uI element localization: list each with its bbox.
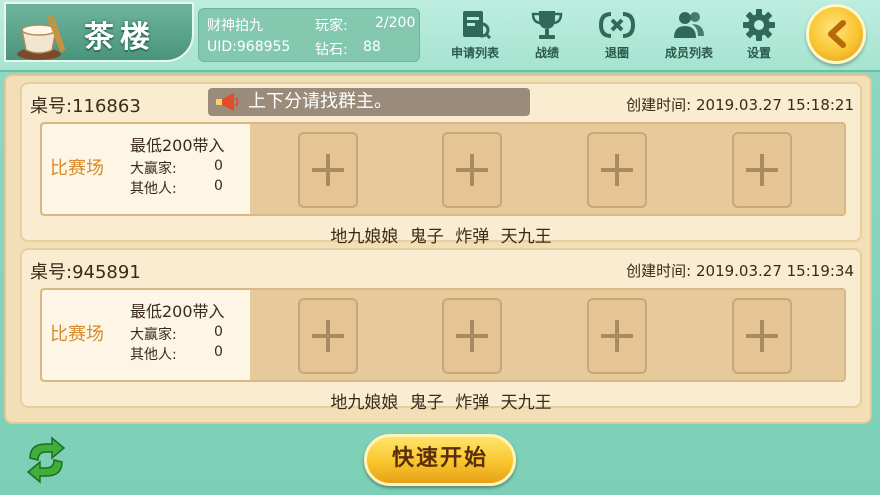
created-time: 创建时间: 2019.03.27 15:18:21 xyxy=(626,96,854,114)
others-row: 其他人: 0 xyxy=(130,344,223,364)
min-buyin: 最低200带入 xyxy=(130,136,225,155)
mode-label: 比赛场 xyxy=(50,158,104,179)
others-value: 0 xyxy=(214,344,223,360)
created-time: 创建时间: 2019.03.27 15:19:34 xyxy=(626,262,854,280)
empty-seat-button[interactable] xyxy=(442,298,502,374)
empty-seat-button[interactable] xyxy=(732,132,792,208)
refresh-icon xyxy=(26,436,66,484)
winner-row: 大赢家: 0 xyxy=(130,158,223,178)
empty-seat-button[interactable] xyxy=(442,132,502,208)
nav-label: 成员列表 xyxy=(664,46,713,60)
plus-icon xyxy=(456,154,488,186)
nav-members-button[interactable]: 成员列表 xyxy=(654,4,724,66)
group-info-panel: 财神拍九 玩家: 2/200 UID:968955 钻石: 88 xyxy=(198,8,420,62)
exit-circle-icon xyxy=(598,12,636,38)
header-bar: 茶楼 财神拍九 玩家: 2/200 UID:968955 钻石: 88 申请列表… xyxy=(0,0,880,72)
plus-icon xyxy=(312,320,344,352)
page-title: 茶楼 xyxy=(84,20,156,55)
winner-value: 0 xyxy=(214,324,223,340)
seat-area: 比赛场 最低200带入 大赢家: 0 其他人: 0 xyxy=(40,288,846,382)
others-label: 其他人: xyxy=(130,181,177,197)
quick-start-button[interactable]: 快速开始 xyxy=(364,434,516,486)
winner-label: 大赢家: xyxy=(130,161,177,177)
card-types: 地九娘娘 鬼子 炸弹 天九王 xyxy=(330,393,552,413)
table-card[interactable]: 桌号:116863 上下分请找群主。 创建时间: 2019.03.27 15:1… xyxy=(20,82,862,247)
mode-label: 比赛场 xyxy=(50,324,104,345)
nav-record-button[interactable]: 战绩 xyxy=(512,4,582,66)
others-value: 0 xyxy=(214,178,223,194)
winner-row: 大赢家: 0 xyxy=(130,324,223,344)
mode-info: 比赛场 最低200带入 大赢家: 0 其他人: 0 xyxy=(42,124,250,214)
notice-text: 上下分请找群主。 xyxy=(248,91,392,112)
table-list-panel: 桌号:116863 上下分请找群主。 创建时间: 2019.03.27 15:1… xyxy=(4,74,872,424)
empty-seat-button[interactable] xyxy=(587,298,647,374)
plus-icon xyxy=(456,320,488,352)
application-list-icon xyxy=(463,11,492,40)
plus-icon xyxy=(601,320,633,352)
empty-seat-button[interactable] xyxy=(732,298,792,374)
diamond-count: 88 xyxy=(363,39,381,55)
nav-application-list-button[interactable]: 申请列表 xyxy=(440,4,510,66)
notice-bar: 上下分请找群主。 xyxy=(208,88,530,116)
gear-icon xyxy=(743,9,775,41)
members-icon xyxy=(674,12,704,38)
mode-info: 比赛场 最低200带入 大赢家: 0 其他人: 0 xyxy=(42,290,250,380)
plus-icon xyxy=(312,154,344,186)
plus-icon xyxy=(601,154,633,186)
diamond-label: 钻石: xyxy=(315,42,348,58)
card-types: 地九娘娘 鬼子 炸弹 天九王 xyxy=(330,227,552,247)
group-name: 财神拍九 xyxy=(207,18,263,34)
empty-seat-button[interactable] xyxy=(298,132,358,208)
empty-seat-button[interactable] xyxy=(298,298,358,374)
nav-settings-button[interactable]: 设置 xyxy=(724,4,794,66)
trophy-icon xyxy=(531,11,563,39)
plus-icon xyxy=(746,154,778,186)
plus-icon xyxy=(746,320,778,352)
teapot-icon xyxy=(17,15,66,60)
table-number: 桌号:945891 xyxy=(30,262,141,283)
megaphone-icon xyxy=(216,93,239,111)
nav-label: 退圈 xyxy=(604,46,629,60)
winner-label: 大赢家: xyxy=(130,327,177,343)
table-number: 桌号:116863 xyxy=(30,96,141,117)
min-buyin: 最低200带入 xyxy=(130,302,225,321)
players-count: 2/200 xyxy=(375,15,416,31)
others-label: 其他人: xyxy=(130,347,177,363)
nav-label: 申请列表 xyxy=(450,46,499,60)
back-button[interactable] xyxy=(806,4,866,64)
empty-seat-button[interactable] xyxy=(587,132,647,208)
nav-label: 战绩 xyxy=(534,46,559,60)
nav-label: 设置 xyxy=(746,46,771,60)
players-label: 玩家: xyxy=(315,18,348,34)
others-row: 其他人: 0 xyxy=(130,178,223,198)
refresh-button[interactable] xyxy=(20,434,72,486)
nav-exit-button[interactable]: 退圈 xyxy=(582,4,652,66)
table-card[interactable]: 桌号:945891 创建时间: 2019.03.27 15:19:34 比赛场 … xyxy=(20,248,862,413)
winner-value: 0 xyxy=(214,158,223,174)
teahouse-logo: 茶楼 xyxy=(4,2,194,62)
uid-text: UID:968955 xyxy=(207,39,291,55)
seat-area: 比赛场 最低200带入 大赢家: 0 其他人: 0 xyxy=(40,122,846,216)
chevron-left-icon xyxy=(828,20,846,48)
